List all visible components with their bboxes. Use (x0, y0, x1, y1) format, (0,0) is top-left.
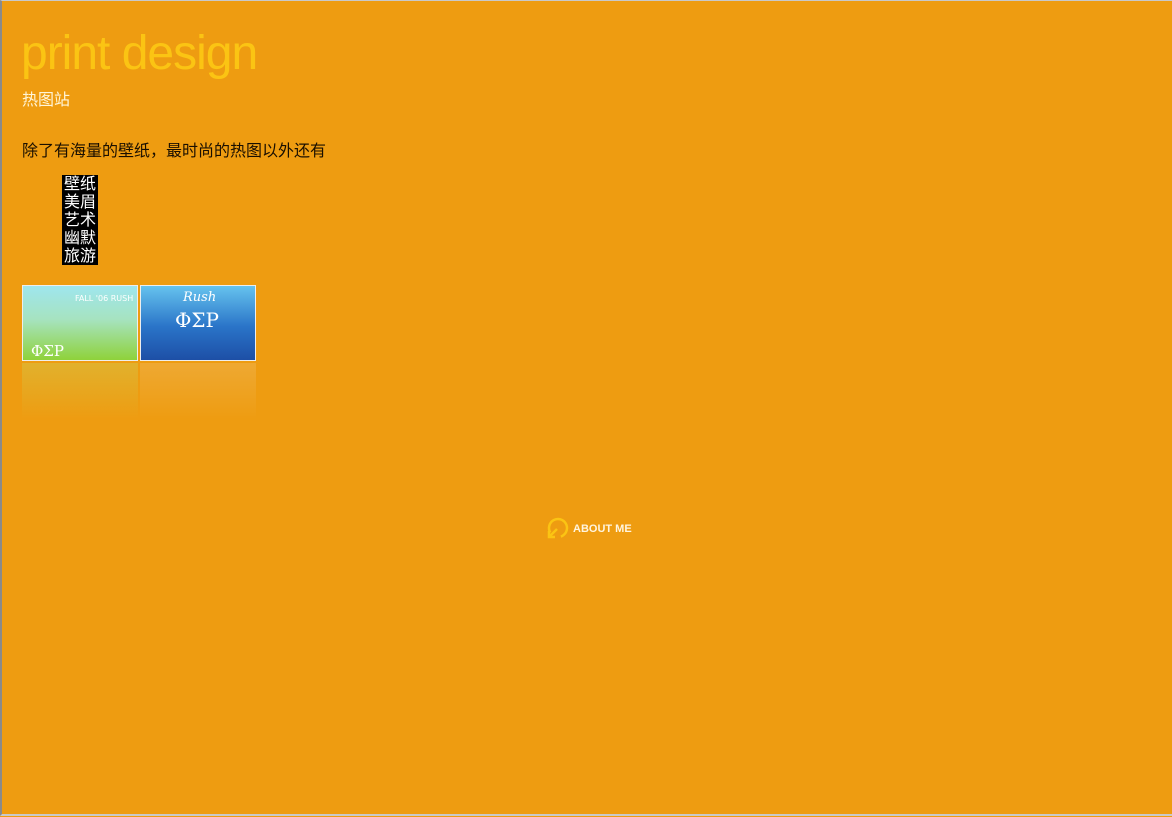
site-title: print design (21, 27, 258, 80)
menu-item[interactable]: 美眉 (64, 193, 96, 211)
gallery-thumbnail[interactable]: FALL '06 RUSH ΦΣΡ (22, 285, 138, 361)
menu-item[interactable]: 旅游 (64, 247, 96, 265)
gallery: FALL '06 RUSH ΦΣΡ Rush ΦΣΡ (22, 285, 256, 419)
thumbnail-heading: Rush (183, 290, 217, 305)
intro-text: 除了有海量的壁纸，最时尚的热图以外还有 (22, 141, 327, 160)
menu-item[interactable]: 艺术 (64, 211, 96, 229)
about-me-link[interactable]: ABOUT ME (545, 517, 632, 541)
gallery-thumbnail[interactable]: Rush ΦΣΡ (140, 285, 256, 361)
menu-item[interactable]: 壁纸 (64, 175, 96, 193)
circular-arrow-icon (547, 517, 569, 539)
thumbnail-reflection (140, 363, 256, 419)
thumbnail-letters: ΦΣΡ (31, 342, 64, 360)
thumbnail-heading: FALL '06 RUSH (75, 294, 134, 303)
about-me-label: ABOUT ME (573, 523, 632, 535)
thumbnail-reflection (22, 363, 138, 419)
category-menu: 壁纸 美眉 艺术 幽默 旅游 (62, 175, 99, 265)
site-subtitle: 热图站 (22, 90, 71, 109)
thumbnail-letters: ΦΣΡ (175, 308, 219, 332)
menu-item[interactable]: 幽默 (64, 229, 96, 247)
